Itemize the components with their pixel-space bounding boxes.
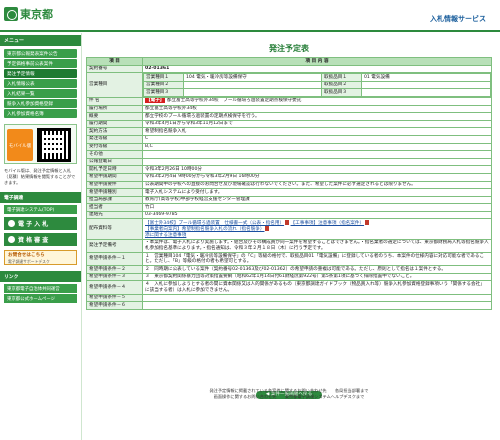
footer-line-2: 画面操作に関するお問い合わせ先 東京都電子調達システムヘルプデスクまで bbox=[213, 394, 365, 399]
logo-text: 東京都 bbox=[20, 8, 53, 21]
table-row: 履行場所 都立富士高等学校外34校 bbox=[86, 104, 492, 114]
qualification-label: 資 格 審 査 bbox=[18, 237, 49, 244]
table-row: 公報登載日 bbox=[86, 157, 492, 167]
table-row: 希望申請種別 電子入札システムにより受付します。 bbox=[86, 188, 492, 197]
order-schedule-table: 項 目 項 目 内 容 契約番号 02-01361 営業種目 営業種目１ 104 電… bbox=[86, 57, 492, 310]
sidebar-item-qualification[interactable]: 競争入札参加資格登録 bbox=[4, 99, 77, 108]
table-row: 希望申請条件－３ ３ 東京都契約関係暴力団等対策措置要綱（昭和62年1月14日付6… bbox=[86, 272, 492, 282]
e-bid-icon bbox=[8, 220, 15, 227]
page-title: 発注予定表 bbox=[269, 44, 309, 53]
mobile-badge[interactable]: モバイル版 bbox=[7, 129, 33, 161]
table-row: 発注予定備考 ・本案件は、電子入札により実施します。・組合及びその構成員が同一案件… bbox=[86, 238, 492, 254]
project-name: 都立富士高等学校外34校 プール循環ろ過装置定期点検保守委託 bbox=[166, 98, 302, 104]
sidebar: メニュー 東京都公報発表案件公告 予定価格事前公表案件 発注予定情報 入札情報公… bbox=[0, 33, 82, 440]
table-row: 発注等級 C bbox=[86, 134, 492, 144]
page-header: 東京都 入札情報サービス bbox=[0, 0, 500, 32]
table-row: 担当者 竹口 bbox=[86, 203, 492, 212]
contact-sub: 電子調達サポートデスク bbox=[8, 258, 50, 264]
table-row: 営業種目 営業種目１ 104 電気・暖冷房等設備保守 取扱品目１ 01 電気設備 営業… bbox=[86, 72, 492, 98]
sidebar-item-bid-results[interactable]: 入札結果一覧 bbox=[4, 89, 77, 98]
e-bid-label: 電 子 入 札 bbox=[18, 221, 49, 228]
link-tokyo-official[interactable]: 東京都公式ホームページ bbox=[4, 294, 77, 303]
table-row: 希望申請条件－４ ４ 入札に参加しようとする者の間に資本関係又は人的関係があるもの… bbox=[86, 280, 492, 295]
service-title: 入札情報サービス bbox=[430, 15, 486, 23]
table-row: 概要 都立学校のプール循環ろ過装置の定期点検保守を行う。 bbox=[86, 112, 492, 121]
table-row: 希望申請条件－１ １ 営業種目104「電気・暖冷房等設備保守」の「C」等級の格付で… bbox=[86, 252, 492, 267]
table-row: 希望申請期間 令和3年2月4日 9時00分から令和3年2月9日 16時00分 bbox=[86, 172, 492, 182]
pdf-icon bbox=[365, 219, 370, 225]
table-row: 契約方法 希望制指名競争入札 bbox=[86, 127, 492, 136]
sidebar-item-qualified-list[interactable]: 入札参加資格名簿 bbox=[4, 109, 77, 118]
table-row: 契約番号 02-01361 bbox=[86, 64, 492, 74]
table-row: 希望申請条件－２ ２ 同時期に公表している案件（契約番号02-01363及び02-… bbox=[86, 265, 492, 274]
mobile-note: モバイル版は、発注予定情報と入札（見積）結果情報を閲覧することができます。 bbox=[4, 168, 76, 185]
doc-link-guide[interactable]: 【事業者向案内】希望制指名競争入札の流れ（指名競争） bbox=[145, 227, 264, 232]
doc-link-spec[interactable]: 【富士外34校】プール循環ろ過装置 仕様書一式（公表・指名用） bbox=[145, 221, 284, 226]
qualification-icon bbox=[8, 236, 15, 243]
e-bid-button[interactable]: 電 子 入 札 bbox=[4, 217, 77, 230]
doc-link-notes[interactable]: 【工事事項】注意事項（指名案件） bbox=[291, 221, 365, 226]
mobile-qr-box: モバイル版 bbox=[4, 124, 77, 164]
doc-link-extra[interactable]: 添に関する注意事項 bbox=[145, 233, 186, 238]
e-procure-top-link[interactable]: 電子調達システム(TOP) bbox=[4, 205, 77, 214]
table-row: 開札予定日時 令和3年2月26日 10時00分 bbox=[86, 165, 492, 174]
table-row: 連絡先 03-3469-9785 bbox=[86, 210, 492, 220]
sidebar-item-order-schedule[interactable]: 発注予定情報 bbox=[4, 69, 77, 78]
qualification-button[interactable]: 資 格 審 査 bbox=[4, 233, 77, 246]
footer: 発注予定情報に掲載されている各案件に関するお問い合わせ先 各局担当部署まで 画面… bbox=[86, 388, 492, 400]
table-row: 受付等級 B,C bbox=[86, 142, 492, 152]
table-row: 担当局部課 教育庁(高等学校)中部学校経営支援センター管理課 bbox=[86, 195, 492, 205]
contact-button[interactable]: お問合せはこちら 電子調達サポートデスク bbox=[4, 250, 77, 265]
table-row: 希望申請条件－５ bbox=[86, 293, 492, 303]
table-row: その他 bbox=[86, 150, 492, 159]
e-procure-title: 電子調達 bbox=[0, 192, 81, 203]
qr-code-icon bbox=[37, 128, 71, 162]
link-e-gov-joint[interactable]: 東京都電子自治体共同運営 bbox=[4, 284, 77, 293]
table-row: 希望申請要件 公表期間中の学校への直接のお問合せ及び現場確認は行わないでください。… bbox=[86, 180, 492, 190]
table-row: 配布資料等 【富士外34校】プール循環ろ過装置 仕様書一式（公表・指名用） 【工… bbox=[86, 218, 492, 240]
sidebar-item-price-disclosure[interactable]: 予定価格事前公表案件 bbox=[4, 59, 77, 68]
table-row: 件 名【電子】 都立富士高等学校外34校 プール循環ろ過装置定期点検保守委託 bbox=[86, 96, 492, 106]
sidebar-item-bid-info[interactable]: 入札情報公表 bbox=[4, 79, 77, 88]
tokyo-emblem-icon bbox=[4, 7, 18, 21]
col-head-item: 項 目 bbox=[86, 57, 143, 66]
sidebar-item-public-notice[interactable]: 東京都公報発表案件公告 bbox=[4, 49, 77, 58]
table-row: 希望申請条件－６ bbox=[86, 301, 492, 310]
table-row: 履行期間 令和3年4月1日から令和3年11月12日まで bbox=[86, 119, 492, 129]
pdf-icon bbox=[265, 226, 270, 231]
col-head-content: 項 目 内 容 bbox=[142, 57, 492, 66]
electronic-tag: 【電子】 bbox=[145, 98, 166, 104]
business-subtable: 営業種目１ 104 電気・暖冷房等設備保守 取扱品目１ 01 電気設備 営業種目２ 取扱… bbox=[143, 73, 491, 97]
tokyo-logo[interactable]: 東京都 bbox=[4, 6, 53, 22]
main-content: 発注予定表 項 目 項 目 内 容 契約番号 02-01361 営業種目 営業種目… bbox=[86, 33, 492, 440]
pdf-icon bbox=[285, 219, 290, 225]
links-title: リンク bbox=[0, 271, 81, 282]
contract-no: 02-01361 bbox=[142, 64, 492, 74]
sidebar-menu-title: メニュー bbox=[0, 35, 81, 46]
